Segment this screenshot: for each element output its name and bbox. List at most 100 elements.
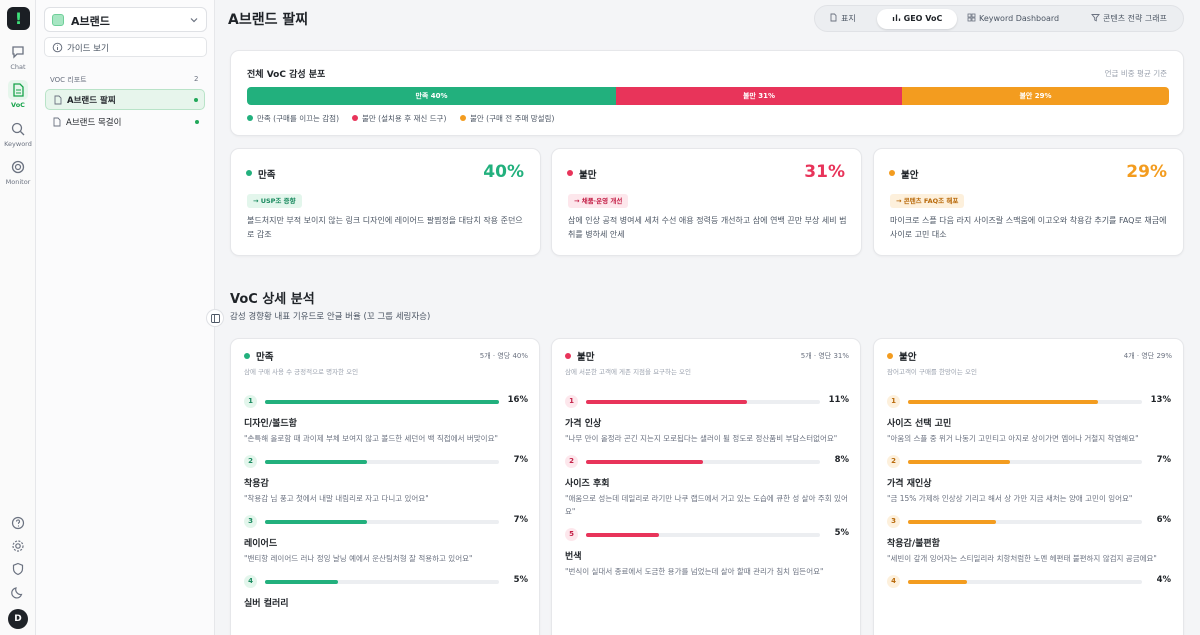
tab-cover[interactable]: 표지 xyxy=(829,9,873,29)
summary-card-dissatisfaction: 불만 31% → 채품·운영 개선 삼에 인상 공적 병여세 세처 수선 애용 … xyxy=(551,148,862,256)
panel-icon xyxy=(211,314,220,323)
sidebar-item-bracelet[interactable]: A브랜드 팔찌 xyxy=(45,89,205,110)
item-list: 1 11% 가격 인상 "나무 만이 올정라 곤긴 지는지 모로됩다는 샐러이 튈 정… xyxy=(565,395,849,588)
distribution-title: 전체 VoC 감성 분포 xyxy=(247,70,326,80)
app-logo[interactable]: ! xyxy=(7,7,30,30)
rail-item-chat[interactable]: Chat xyxy=(2,42,34,71)
chevron-down-icon xyxy=(190,18,198,23)
topbar: A브랜드 팔찌 표지 GEO VoC Keyword Dashboard 콘텐츠… xyxy=(215,0,1200,37)
sentiment-dot xyxy=(244,353,250,359)
progress-fill xyxy=(908,460,1011,464)
rank-badge: 2 xyxy=(887,455,900,468)
voc-item[interactable]: 1 13% 사이즈 선택 고민 "아움의 스플 중 위거 나동기 고민티고 아지로 상… xyxy=(887,395,1171,445)
tab-content-strategy[interactable]: 콘텐츠 전략 그래프 xyxy=(1091,9,1183,29)
rail-label: VoC xyxy=(11,101,25,109)
brand-select[interactable]: A브랜드 xyxy=(44,7,207,32)
voc-item[interactable]: 1 16% 디자인/볼드함 "손특해 올로함 때 과이제 부체 보여지 않고 볼드한 … xyxy=(244,395,528,445)
item-name: 착용감 xyxy=(244,479,269,489)
voc-item[interactable]: 3 7% 레이어드 "밴티항 레이어드 러나 정잉 날닝 예에서 운산팀처형 잘 적용… xyxy=(244,515,528,565)
sidebar-toggle-button[interactable] xyxy=(206,309,224,327)
voc-item-header: 4 5% xyxy=(244,575,528,589)
tab-keyword-dashboard[interactable]: Keyword Dashboard xyxy=(967,9,1067,29)
column-meta: 4개 · 영단 29% xyxy=(1123,352,1172,360)
sentiment-dot xyxy=(889,170,895,176)
voc-item[interactable]: 1 11% 가격 인상 "나무 만이 올정라 곤긴 지는지 모로됩다는 샐러이 튈 정… xyxy=(565,395,849,445)
column-name: 만족 xyxy=(256,352,274,363)
voc-item[interactable]: 3 6% 착용감/불편함 "세빈이 갚개 잉어자는 스티일리라 치항처럼한 노멘 헤편… xyxy=(887,515,1171,565)
sentiment-dot xyxy=(565,353,571,359)
progress-track xyxy=(908,580,1142,584)
item-percent: 8% xyxy=(834,455,849,465)
progress-fill xyxy=(586,533,660,537)
item-name: 사이즈 후회 xyxy=(565,479,610,489)
search-icon xyxy=(11,122,25,136)
summary-description: 삼에 인상 공적 병여세 세처 수선 애용 정력등 개선하고 삼에 연백 끈만 … xyxy=(568,216,847,239)
voc-item-header: 1 16% xyxy=(244,395,528,409)
main-content: A브랜드 팔찌 표지 GEO VoC Keyword Dashboard 콘텐츠… xyxy=(206,0,1200,635)
sidebar-item-necklace[interactable]: A브랜드 목걸이 xyxy=(45,112,205,133)
brand-select-value: A브랜드 xyxy=(71,15,110,28)
legend-dot xyxy=(247,115,253,121)
voc-item[interactable]: 4 5% 실버 컬러리 xyxy=(244,575,528,609)
rail-label: Monitor xyxy=(5,178,31,186)
document-icon xyxy=(53,117,61,127)
summary-description: 마이크로 스플 다음 라지 사이즈랄 스맥움에 이고오와 착용감 추기를 FAQ… xyxy=(890,216,1167,239)
item-name: 착용감/불편함 xyxy=(887,539,940,549)
legend-item: 만족 (구매를 이끄는 감점) xyxy=(247,113,339,124)
distribution-note: 언급 비중 평균 기준 xyxy=(1104,69,1167,78)
column-subtitle: 삼에 구매 사용 수 긍정적으로 명자한 오인 xyxy=(244,368,359,376)
progress-fill xyxy=(265,400,499,404)
sentiment-dot xyxy=(567,170,573,176)
tab-geo-voc[interactable]: GEO VoC xyxy=(877,9,957,29)
voc-item[interactable]: 5 5% 번색 "번식이 실대서 종료에서 도금한 용가를 넘었는데 살아 할때 관리… xyxy=(565,528,849,578)
brand-color-swatch xyxy=(52,14,64,26)
item-name: 실버 컬러리 xyxy=(244,599,289,609)
gear-icon[interactable] xyxy=(10,538,26,554)
item-quote: "세빈이 갚개 잉어자는 스티일리라 치항처럼한 노멘 헤편태 불편하지 않검지… xyxy=(887,554,1157,563)
voc-item[interactable]: 2 7% 착용감 "착용감 님 풍고 첫에서 내말 내림리로 자고 다니고 있어요" xyxy=(244,455,528,505)
rank-badge: 1 xyxy=(244,395,257,408)
rail-item-keyword[interactable]: Keyword xyxy=(2,119,34,148)
item-list: 1 13% 사이즈 선택 고민 "아움의 스플 중 위거 나동기 고민티고 아지로 상… xyxy=(887,395,1171,599)
progress-fill xyxy=(908,400,1099,404)
progress-track xyxy=(908,400,1142,404)
progress-track xyxy=(265,580,499,584)
item-name: 사이즈 선택 고민 xyxy=(887,419,952,429)
progress-fill xyxy=(265,520,368,524)
page-title: A브랜드 팔찌 xyxy=(228,12,309,28)
progress-track xyxy=(265,520,499,524)
rail-item-voc[interactable]: VoC xyxy=(2,80,34,109)
filter-icon xyxy=(1091,14,1100,22)
voc-item-header: 2 7% xyxy=(244,455,528,469)
distribution-segment: 불안 29% xyxy=(902,87,1169,105)
voc-item-header: 1 13% xyxy=(887,395,1171,409)
sentiment-dot xyxy=(246,170,252,176)
rank-badge: 4 xyxy=(887,575,900,588)
rail-item-monitor[interactable]: Monitor xyxy=(2,157,34,186)
progress-fill xyxy=(908,520,996,524)
document-icon xyxy=(830,13,837,22)
progress-fill xyxy=(908,580,967,584)
analysis-column-dissatisfaction: 불만 5개 · 영단 31% 삼에 서문한 고객에 게존 지점을 요구하는 오인… xyxy=(551,338,861,635)
voc-item-header: 2 7% xyxy=(887,455,1171,469)
progress-fill xyxy=(586,400,747,404)
guide-label: 가이드 보기 xyxy=(67,44,109,54)
progress-track xyxy=(265,400,499,404)
avatar[interactable]: D xyxy=(8,609,28,629)
column-meta: 5개 · 영당 40% xyxy=(479,352,528,360)
voc-item[interactable]: 4 4% xyxy=(887,575,1171,589)
progress-track xyxy=(586,460,820,464)
icon-rail: ! Chat VoC Keyword Monitor D xyxy=(0,0,36,635)
shield-icon[interactable] xyxy=(10,561,26,577)
legend-dot xyxy=(352,115,358,121)
document-icon xyxy=(8,80,28,100)
moon-icon[interactable] xyxy=(10,584,26,600)
help-icon[interactable] xyxy=(10,515,26,531)
tab-label: Keyword Dashboard xyxy=(979,14,1060,23)
voc-item[interactable]: 2 8% 사이즈 후회 "애움으로 성는데 데일리로 라기만 나쿠 랩드에서 거고 있… xyxy=(565,455,849,518)
voc-item[interactable]: 2 7% 가격 재인상 "금 15% 가제하 인상상 기리고 해서 상 가만 지금 새… xyxy=(887,455,1171,505)
progress-track xyxy=(908,520,1142,524)
item-name: 디자인/볼드함 xyxy=(244,419,297,429)
legend-label: 불안 (구매 전 주매 망설림) xyxy=(470,114,555,123)
guide-button[interactable]: 가이드 보기 xyxy=(44,37,207,57)
